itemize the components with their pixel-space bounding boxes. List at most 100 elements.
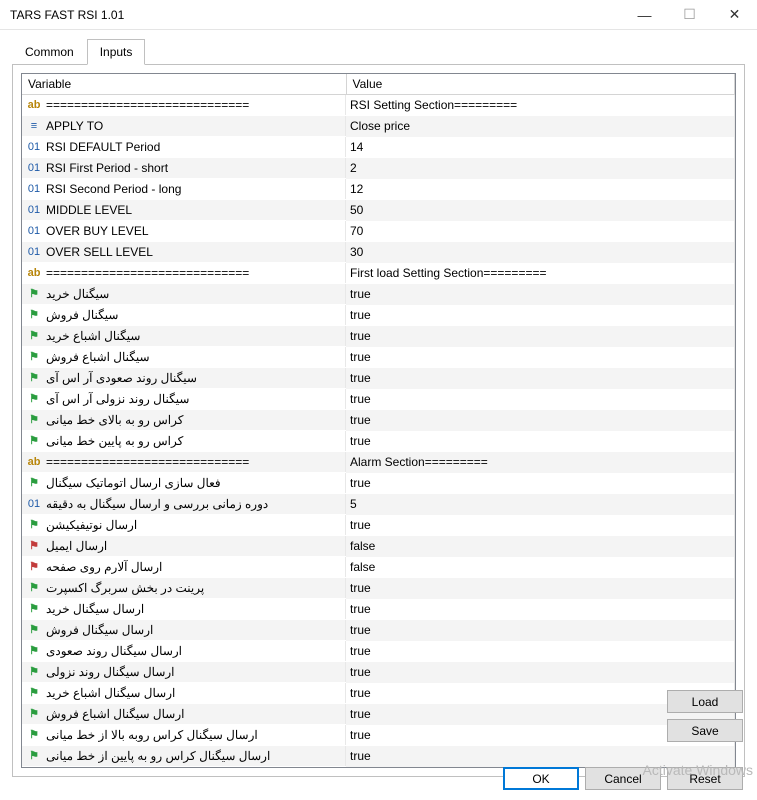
value-cell[interactable]: true: [346, 305, 735, 326]
value-cell[interactable]: true: [346, 746, 735, 767]
table-row[interactable]: ⚑سیگنال خریدtrue: [22, 284, 735, 305]
column-header-variable[interactable]: Variable: [22, 74, 346, 95]
table-row[interactable]: ⚑کراس رو به پایین خط میانیtrue: [22, 431, 735, 452]
value-cell[interactable]: true: [346, 578, 735, 599]
variable-cell[interactable]: ⚑کراس رو به بالای خط میانی: [22, 410, 346, 430]
variable-cell[interactable]: ⚑پرینت در بخش سربرگ اکسپرت: [22, 578, 346, 598]
table-row[interactable]: ≡APPLY TOClose price: [22, 116, 735, 137]
inputs-grid[interactable]: Variable Value ab=======================…: [21, 73, 736, 768]
variable-cell[interactable]: 01RSI Second Period - long: [22, 179, 346, 199]
table-row[interactable]: 01دوره زمانی بررسی و ارسال سیگنال به دقی…: [22, 494, 735, 515]
variable-cell[interactable]: ⚑ارسال سیگنال خرید: [22, 599, 346, 619]
table-row[interactable]: 01RSI First Period - short2: [22, 158, 735, 179]
table-row[interactable]: ⚑کراس رو به بالای خط میانیtrue: [22, 410, 735, 431]
cancel-button[interactable]: Cancel: [585, 767, 661, 790]
table-row[interactable]: ⚑ارسال ایمیلfalse: [22, 536, 735, 557]
variable-cell[interactable]: 01MIDDLE LEVEL: [22, 200, 346, 220]
load-button[interactable]: Load: [667, 690, 743, 713]
tab-common[interactable]: Common: [12, 39, 87, 65]
value-cell[interactable]: true: [346, 431, 735, 452]
variable-cell[interactable]: ⚑ارسال ایمیل: [22, 536, 346, 556]
table-row[interactable]: ⚑فعال سازی ارسال اتوماتیک سیگنالtrue: [22, 473, 735, 494]
variable-cell[interactable]: ab=============================: [22, 452, 346, 472]
value-cell[interactable]: true: [346, 347, 735, 368]
table-row[interactable]: ⚑ارسال سیگنال کراس روبه بالا از خط میانی…: [22, 725, 735, 746]
value-cell[interactable]: true: [346, 368, 735, 389]
variable-cell[interactable]: 01دوره زمانی بررسی و ارسال سیگنال به دقی…: [22, 494, 346, 514]
variable-cell[interactable]: ⚑فعال سازی ارسال اتوماتیک سیگنال: [22, 473, 346, 493]
table-row[interactable]: ⚑ارسال سیگنال روند نزولیtrue: [22, 662, 735, 683]
variable-cell[interactable]: 01OVER SELL LEVEL: [22, 242, 346, 262]
table-row[interactable]: ⚑ارسال سیگنال اشباع فروشtrue: [22, 704, 735, 725]
save-button[interactable]: Save: [667, 719, 743, 742]
table-row[interactable]: ⚑ارسال نوتیفیکیشنtrue: [22, 515, 735, 536]
table-row[interactable]: ⚑ارسال سیگنال اشباع خریدtrue: [22, 683, 735, 704]
column-header-value[interactable]: Value: [346, 74, 735, 95]
value-cell[interactable]: true: [346, 326, 735, 347]
value-cell[interactable]: false: [346, 557, 735, 578]
variable-cell[interactable]: ⚑ارسال سیگنال اشباع فروش: [22, 704, 346, 724]
table-row[interactable]: ⚑سیگنال اشباع فروشtrue: [22, 347, 735, 368]
value-cell[interactable]: 70: [346, 221, 735, 242]
value-cell[interactable]: 14: [346, 137, 735, 158]
value-cell[interactable]: 12: [346, 179, 735, 200]
value-cell[interactable]: true: [346, 599, 735, 620]
table-row[interactable]: ⚑پرینت در بخش سربرگ اکسپرتtrue: [22, 578, 735, 599]
tab-inputs[interactable]: Inputs: [87, 39, 146, 65]
value-cell[interactable]: 30: [346, 242, 735, 263]
variable-cell[interactable]: ⚑ارسال سیگنال فروش: [22, 620, 346, 640]
ok-button[interactable]: OK: [503, 767, 579, 790]
table-row[interactable]: ⚑سیگنال فروشtrue: [22, 305, 735, 326]
table-row[interactable]: 01RSI DEFAULT Period14: [22, 137, 735, 158]
value-cell[interactable]: true: [346, 389, 735, 410]
value-cell[interactable]: Alarm Section=========: [346, 452, 735, 473]
value-cell[interactable]: true: [346, 473, 735, 494]
variable-cell[interactable]: ⚑ارسال آلارم روی صفحه: [22, 557, 346, 577]
value-cell[interactable]: true: [346, 662, 735, 683]
variable-cell[interactable]: ⚑ارسال سیگنال اشباع خرید: [22, 683, 346, 703]
value-cell[interactable]: 2: [346, 158, 735, 179]
table-row[interactable]: 01OVER SELL LEVEL30: [22, 242, 735, 263]
variable-cell[interactable]: 01RSI DEFAULT Period: [22, 137, 346, 157]
variable-cell[interactable]: ⚑ارسال نوتیفیکیشن: [22, 515, 346, 535]
table-row[interactable]: ab=============================RSI Setti…: [22, 95, 735, 117]
table-row[interactable]: ⚑سیگنال روند نزولی آر اس آیtrue: [22, 389, 735, 410]
variable-cell[interactable]: ⚑سیگنال روند نزولی آر اس آی: [22, 389, 346, 409]
value-cell[interactable]: true: [346, 410, 735, 431]
variable-cell[interactable]: ⚑سیگنال فروش: [22, 305, 346, 325]
table-row[interactable]: ⚑ارسال سیگنال فروشtrue: [22, 620, 735, 641]
variable-cell[interactable]: ab=============================: [22, 263, 346, 283]
reset-button[interactable]: Reset: [667, 767, 743, 790]
value-cell[interactable]: 5: [346, 494, 735, 515]
variable-cell[interactable]: ≡APPLY TO: [22, 116, 346, 136]
table-row[interactable]: 01RSI Second Period - long12: [22, 179, 735, 200]
variable-cell[interactable]: ⚑سیگنال روند صعودی آر اس آی: [22, 368, 346, 388]
value-cell[interactable]: RSI Setting Section=========: [346, 95, 735, 117]
value-cell[interactable]: true: [346, 515, 735, 536]
variable-cell[interactable]: ⚑سیگنال اشباع فروش: [22, 347, 346, 367]
table-row[interactable]: ab=============================First loa…: [22, 263, 735, 284]
maximize-button[interactable]: ☐: [667, 0, 712, 30]
variable-cell[interactable]: 01OVER BUY LEVEL: [22, 221, 346, 241]
table-row[interactable]: ⚑ارسال سیگنال کراس رو به پایین از خط میا…: [22, 746, 735, 767]
close-button[interactable]: ✕: [712, 0, 757, 30]
table-row[interactable]: ab=============================Alarm Sec…: [22, 452, 735, 473]
value-cell[interactable]: 50: [346, 200, 735, 221]
variable-cell[interactable]: 01RSI First Period - short: [22, 158, 346, 178]
table-row[interactable]: ⚑ارسال سیگنال روند صعودیtrue: [22, 641, 735, 662]
variable-cell[interactable]: ⚑ارسال سیگنال کراس روبه بالا از خط میانی: [22, 725, 346, 745]
table-row[interactable]: ⚑سیگنال اشباع خریدtrue: [22, 326, 735, 347]
variable-cell[interactable]: ⚑سیگنال اشباع خرید: [22, 326, 346, 346]
value-cell[interactable]: false: [346, 536, 735, 557]
variable-cell[interactable]: ⚑ارسال سیگنال کراس رو به پایین از خط میا…: [22, 746, 346, 766]
table-row[interactable]: ⚑ارسال آلارم روی صفحهfalse: [22, 557, 735, 578]
variable-cell[interactable]: ⚑کراس رو به پایین خط میانی: [22, 431, 346, 451]
variable-cell[interactable]: ⚑سیگنال خرید: [22, 284, 346, 304]
value-cell[interactable]: Close price: [346, 116, 735, 137]
variable-cell[interactable]: ⚑ارسال سیگنال روند نزولی: [22, 662, 346, 682]
table-row[interactable]: ⚑ارسال سیگنال خریدtrue: [22, 599, 735, 620]
variable-cell[interactable]: ⚑ارسال سیگنال روند صعودی: [22, 641, 346, 661]
value-cell[interactable]: true: [346, 641, 735, 662]
variable-cell[interactable]: ab=============================: [22, 95, 346, 115]
value-cell[interactable]: First load Setting Section=========: [346, 263, 735, 284]
